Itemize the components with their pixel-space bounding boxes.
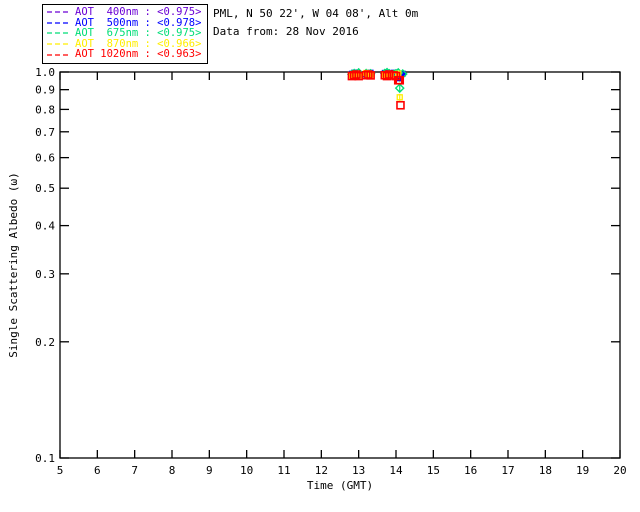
- y-tick-label: 0.1: [35, 452, 55, 465]
- x-axis-title: Time (GMT): [307, 479, 373, 492]
- x-tick-label: 13: [352, 464, 365, 477]
- x-tick-label: 5: [57, 464, 64, 477]
- x-tick-label: 10: [240, 464, 253, 477]
- x-tick-label: 19: [576, 464, 589, 477]
- y-tick-label: 0.9: [35, 84, 55, 97]
- y-axis-title: Single Scattering Albedo (ω): [7, 172, 20, 357]
- y-tick-label: 0.8: [35, 103, 55, 116]
- x-tick-label: 6: [94, 464, 101, 477]
- x-tick-label: 12: [315, 464, 328, 477]
- y-tick-label: 0.6: [35, 152, 55, 165]
- y-tick-label: 0.7: [35, 126, 55, 139]
- y-tick-label: 1.0: [35, 66, 55, 79]
- x-tick-label: 9: [206, 464, 213, 477]
- x-tick-label: 20: [613, 464, 626, 477]
- x-tick-label: 7: [131, 464, 138, 477]
- x-tick-label: 18: [539, 464, 552, 477]
- x-tick-label: 17: [501, 464, 514, 477]
- plot-frame: [59, 71, 621, 459]
- y-tick-label: 0.2: [35, 336, 55, 349]
- x-axis: 5 6 7 8 9 10 11 12 13 14 15 16 17 18 19 20 Time (GMT): [57, 72, 627, 492]
- x-tick-label: 16: [464, 464, 477, 477]
- y-axis: 1.0 0.9 0.8 0.7 0.6 0.5 0.4 0.3 0.2 0.1 Single Sca…: [7, 66, 620, 465]
- ssa-scatter-plot: 5 6 7 8 9 10 11 12 13 14 15 16 17 18 19 20 Time (GMT) 1.0…: [7, 66, 627, 492]
- x-tick-label: 8: [169, 464, 176, 477]
- y-tick-label: 0.3: [35, 268, 55, 281]
- x-tick-label: 11: [277, 464, 290, 477]
- y-tick-label: 0.5: [35, 182, 55, 195]
- y-tick-label: 0.4: [35, 220, 55, 233]
- x-tick-label: 14: [389, 464, 403, 477]
- x-tick-label: 15: [427, 464, 440, 477]
